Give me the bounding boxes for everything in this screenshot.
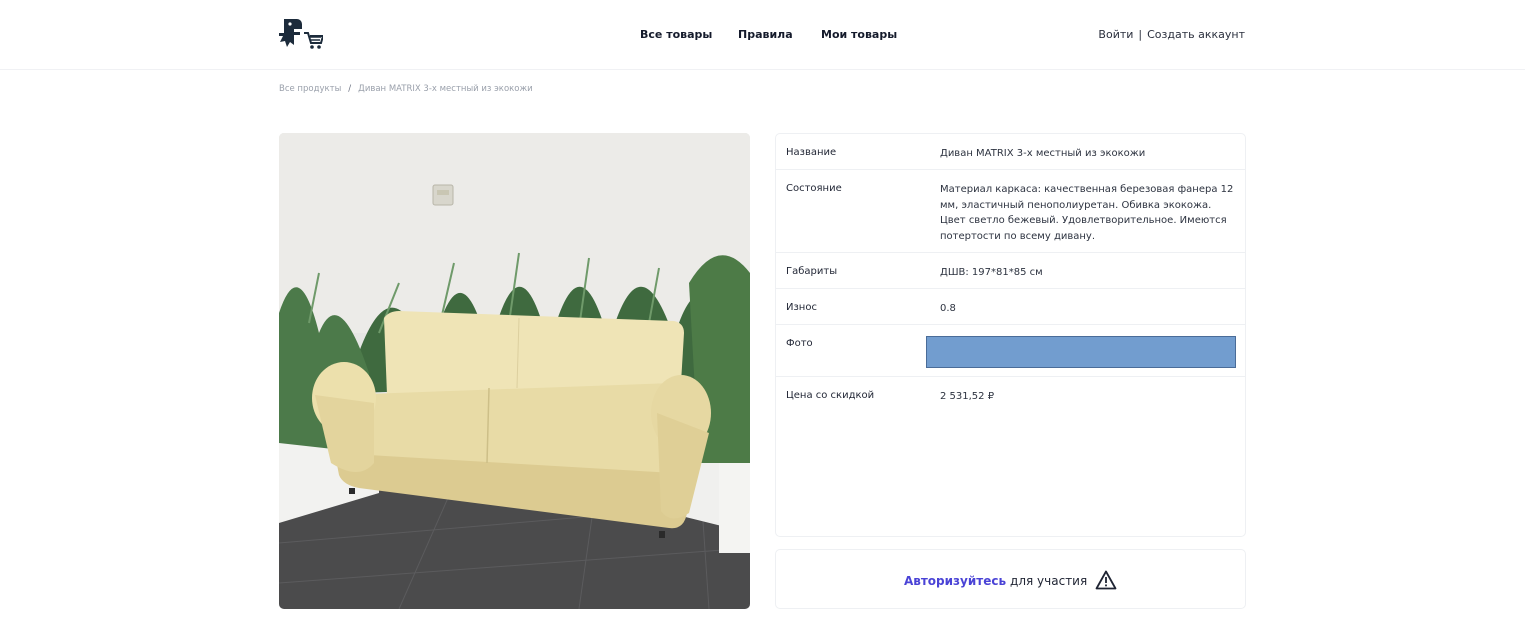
register-link[interactable]: Создать аккаунт — [1147, 28, 1245, 41]
detail-label: Цена со скидкой — [786, 390, 875, 401]
authorize-link[interactable]: Авторизуйтесь — [904, 574, 1006, 588]
breadcrumb: Все продукты / Диван MATRIX 3-х местный из… — [279, 84, 533, 94]
dino-cart-logo-icon[interactable] — [279, 17, 325, 53]
nav-my-products[interactable]: Мои товары — [821, 28, 897, 41]
notice-text: для участия — [1010, 574, 1088, 588]
auth-separator: | — [1138, 28, 1143, 41]
breadcrumb-root[interactable]: Все продукты — [279, 84, 341, 94]
detail-label: Фото — [786, 338, 813, 349]
detail-row-name: Название Диван MATRIX 3-х местный из эко… — [776, 134, 1245, 170]
detail-row-photo: Фото — [776, 325, 1245, 377]
detail-label: Габариты — [786, 266, 838, 277]
detail-value: 2 531,52 ₽ — [940, 391, 995, 402]
detail-value: ДШВ: 197*81*85 см — [940, 267, 1043, 278]
detail-row-dimensions: Габариты ДШВ: 197*81*85 см — [776, 253, 1245, 289]
detail-label: Название — [786, 147, 837, 158]
detail-row-wear: Износ 0.8 — [776, 289, 1245, 325]
nav-rules[interactable]: Правила — [738, 28, 793, 41]
breadcrumb-separator: / — [348, 84, 352, 94]
detail-row-condition: Состояние Материал каркаса: качественная… — [776, 170, 1245, 253]
product-photo — [279, 133, 750, 609]
detail-value: Диван MATRIX 3-х местный из экокожи — [940, 148, 1146, 159]
photo-placeholder[interactable] — [926, 336, 1236, 368]
detail-label: Состояние — [786, 183, 842, 194]
warning-icon — [1095, 570, 1117, 593]
participation-notice: Авторизуйтесь для участия — [775, 549, 1246, 609]
nav-all-products[interactable]: Все товары — [640, 28, 712, 41]
detail-label: Износ — [786, 302, 817, 313]
detail-value: 0.8 — [940, 303, 956, 314]
detail-row-price: Цена со скидкой 2 531,52 ₽ — [776, 377, 1245, 413]
notice-content: Авторизуйтесь для участия — [776, 570, 1245, 593]
auth-links: Войти | Создать аккаунт — [1098, 28, 1245, 41]
detail-value: Материал каркаса: качественная березовая… — [940, 184, 1234, 242]
product-details-table: Название Диван MATRIX 3-х местный из эко… — [775, 133, 1246, 537]
breadcrumb-current: Диван MATRIX 3-х местный из экокожи — [358, 84, 533, 94]
login-link[interactable]: Войти — [1098, 28, 1133, 41]
site-header: Все товары Правила Мои товары Войти | Созд… — [0, 0, 1525, 70]
